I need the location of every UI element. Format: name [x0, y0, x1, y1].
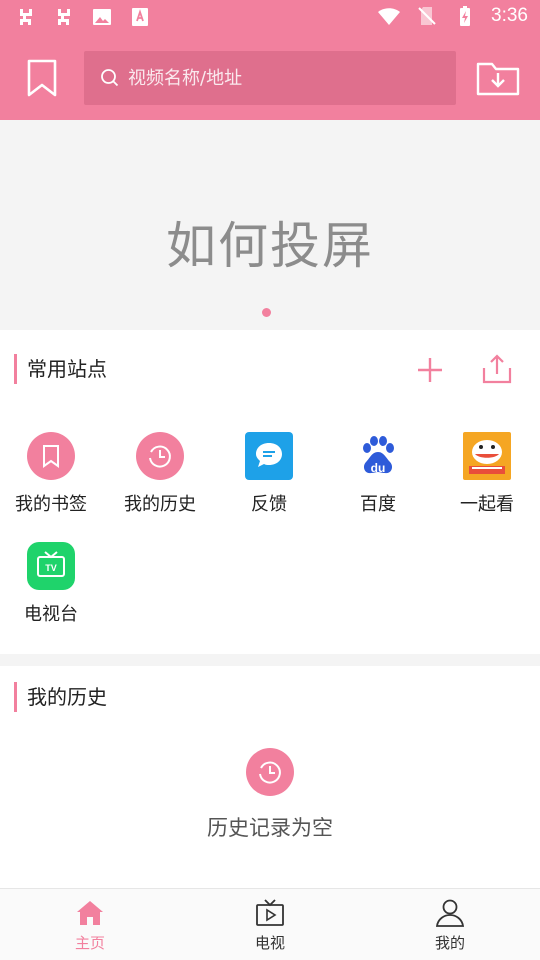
- wifi-icon: [378, 8, 401, 25]
- search-input[interactable]: [128, 61, 438, 95]
- share-upload-icon[interactable]: [480, 352, 514, 386]
- home-icon: [77, 901, 103, 925]
- battery-charging-icon: [460, 6, 471, 26]
- site-item-bookmarks[interactable]: 我的书签: [0, 432, 105, 532]
- section-title: 我的历史: [14, 682, 107, 712]
- clock-time: 3:36: [491, 5, 528, 26]
- carousel-indicator-dot: [262, 308, 271, 317]
- top-app-bar: [0, 36, 540, 120]
- no-sim-icon: [418, 7, 436, 25]
- bug-icon: [58, 9, 70, 25]
- empty-history-text: 历史记录为空: [207, 816, 333, 840]
- site-item-together[interactable]: 一起看: [433, 432, 540, 532]
- site-label: 电视台: [24, 604, 78, 625]
- tab-tv[interactable]: 电视: [180, 889, 360, 960]
- banner-carousel[interactable]: 如何投屏: [0, 120, 540, 330]
- banner-title: 如何投屏: [166, 217, 374, 275]
- history-card: 我的历史 历史记录为空: [0, 666, 540, 888]
- site-label: 百度: [360, 494, 396, 515]
- site-label: 我的书签: [15, 494, 87, 515]
- feedback-chat-icon: [245, 432, 293, 480]
- tab-label: 电视: [254, 934, 285, 952]
- bottom-tab-bar: 主页 电视 我的: [0, 888, 540, 960]
- svg-text:du: du: [371, 461, 386, 475]
- site-label: 我的历史: [124, 494, 196, 515]
- history-clock-icon: [246, 748, 294, 796]
- baidu-paw-icon: du: [363, 436, 394, 475]
- site-item-history[interactable]: 我的历史: [106, 432, 214, 532]
- site-label: 一起看: [460, 494, 514, 515]
- status-bar-right: 3:36: [377, 4, 528, 28]
- site-label: 反馈: [251, 494, 287, 515]
- font-icon: [132, 8, 148, 26]
- bookmark-icon[interactable]: [24, 58, 60, 98]
- download-folder-icon[interactable]: [476, 60, 520, 96]
- bug-icon: [20, 9, 32, 25]
- status-bar: 3:36: [0, 0, 540, 36]
- site-item-tv-station[interactable]: TV 电视台: [0, 542, 105, 642]
- svg-text:TV: TV: [45, 563, 57, 573]
- search-icon: [101, 69, 119, 87]
- tab-home[interactable]: 主页: [0, 889, 180, 960]
- bookmark-icon: [27, 432, 75, 480]
- tab-label: 我的: [434, 934, 465, 952]
- tv-play-icon: [256, 899, 284, 926]
- frequent-sites-card: 常用站点 我的书签 我的历史 反馈 du 百度 一起看 TV 电视台: [0, 330, 540, 654]
- status-bar-left: [14, 5, 152, 29]
- tab-label: 主页: [74, 934, 105, 952]
- tab-me[interactable]: 我的: [360, 889, 540, 960]
- user-icon: [435, 899, 465, 927]
- section-title: 常用站点: [14, 354, 107, 384]
- site-item-baidu[interactable]: du 百度: [324, 432, 432, 532]
- history-clock-icon: [136, 432, 184, 480]
- image-icon: [93, 9, 111, 25]
- douyu-shark-icon: [463, 432, 511, 480]
- site-item-feedback[interactable]: 反馈: [215, 432, 323, 532]
- plus-icon[interactable]: [414, 354, 446, 386]
- tv-icon: TV: [27, 542, 75, 590]
- search-bar[interactable]: [84, 51, 456, 105]
